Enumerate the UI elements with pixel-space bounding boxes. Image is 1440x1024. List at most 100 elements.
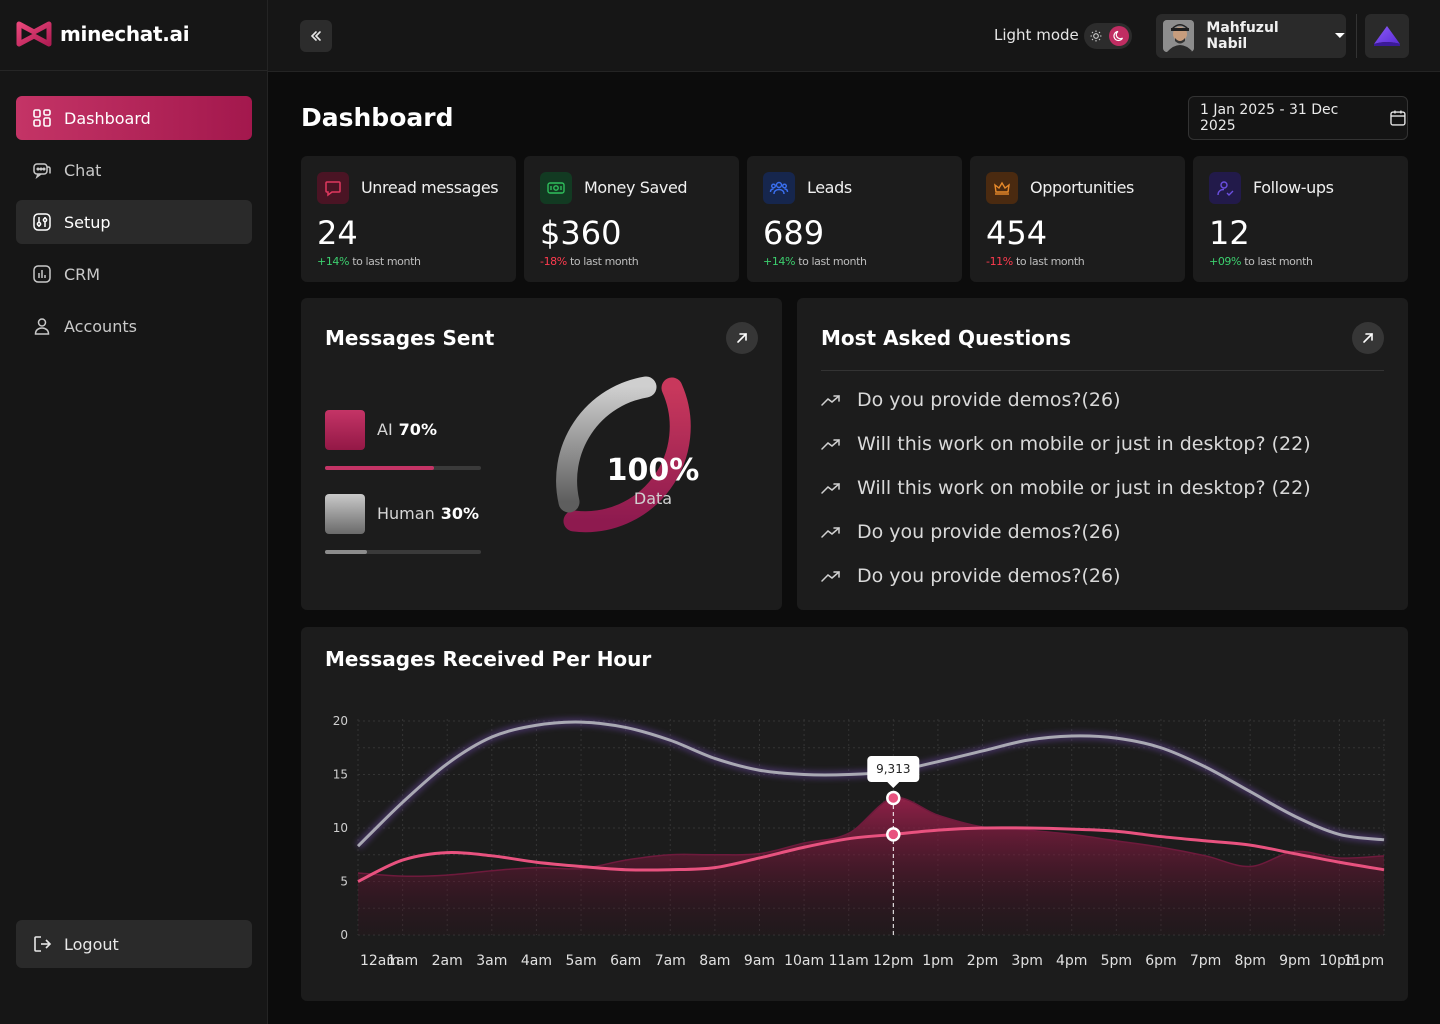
question-item[interactable]: Do you provide demos?(26) <box>821 565 1121 587</box>
date-range-picker[interactable]: 1 Jan 2025 - 31 Dec 2025 <box>1188 96 1408 140</box>
minechat-logo-icon <box>16 21 52 47</box>
x-tick-label: 1pm <box>922 953 953 969</box>
series-area <box>358 797 1384 935</box>
stat-label: Money Saved <box>584 178 688 197</box>
x-tick-label: 3am <box>476 953 507 969</box>
stat-card-opportunities[interactable]: Opportunities 454 -11% to last month <box>970 156 1185 282</box>
x-tick-label: 3pm <box>1011 953 1042 969</box>
x-tick-label: 4pm <box>1056 953 1087 969</box>
stat-change: +14% to last month <box>763 255 867 268</box>
stat-card-unread[interactable]: Unread messages 24 +14% to last month <box>301 156 516 282</box>
user-check-icon <box>1209 172 1241 204</box>
panel-title: Most Asked Questions <box>821 326 1072 350</box>
human-share-fill <box>325 550 368 554</box>
questions-divider <box>821 370 1384 371</box>
tooltip-value: 9,313 <box>876 762 910 776</box>
trending-up-icon <box>821 571 840 582</box>
sidebar-item-label: Chat <box>64 160 102 180</box>
stat-change-pct: +09% <box>1209 255 1242 268</box>
stat-change-suffix: to last month <box>1244 255 1313 268</box>
light-mode-label: Light mode <box>994 26 1079 44</box>
ai-share-fill <box>325 466 435 470</box>
open-messages-sent-button[interactable] <box>726 322 758 354</box>
chat-icon <box>32 160 52 180</box>
stat-value: 12 <box>1209 214 1250 252</box>
stat-change: -18% to last month <box>540 255 639 268</box>
user-menu[interactable]: Mahfuzul Nabil <box>1156 14 1346 58</box>
x-tick-label: 10am <box>784 953 824 969</box>
sidebar-item-setup[interactable]: Setup <box>16 200 252 244</box>
stat-change: +09% to last month <box>1209 255 1313 268</box>
stat-value: 454 <box>986 214 1048 252</box>
stat-change: -11% to last month <box>986 255 1085 268</box>
question-text: Do you provide demos?(26) <box>857 565 1121 587</box>
donut-center-label: Data <box>634 489 672 508</box>
x-tick-label: 8pm <box>1234 953 1265 969</box>
logout-button[interactable]: Logout <box>16 920 252 968</box>
question-item[interactable]: Do you provide demos?(26) <box>821 389 1121 411</box>
sidebar-item-label: CRM <box>64 264 101 284</box>
y-tick-label: 20 <box>333 714 348 728</box>
sidebar-nav: Dashboard Chat Setup CRM Accounts <box>16 96 252 356</box>
y-tick-label: 10 <box>333 821 348 835</box>
calendar-icon <box>1390 110 1406 126</box>
stat-label: Opportunities <box>1030 178 1134 197</box>
stat-change-suffix: to last month <box>569 255 639 268</box>
caret-down-icon <box>1335 33 1346 38</box>
tooltip-point-area[interactable] <box>886 790 901 806</box>
double-chevron-left-icon <box>310 31 321 41</box>
triangle-logo-icon <box>1374 26 1400 46</box>
grid-icon <box>32 108 52 128</box>
legend-label-ai: AI <box>377 420 393 439</box>
stat-value: 689 <box>763 214 825 252</box>
messages-sent-panel: Messages Sent AI 70% Human 30% 100% Data <box>301 298 782 610</box>
legend-swatch-human <box>325 494 365 534</box>
sidebar-item-chat[interactable]: Chat <box>16 148 252 192</box>
stat-change: +14% to last month <box>317 255 421 268</box>
sidebar-item-label: Setup <box>64 212 111 232</box>
topbar-separator <box>1356 14 1357 58</box>
x-tick-label: 7am <box>655 953 686 969</box>
question-item[interactable]: Will this work on mobile or just in desk… <box>821 477 1311 499</box>
donut-center-value: 100% <box>607 453 700 488</box>
sidebar-item-dashboard[interactable]: Dashboard <box>16 96 252 140</box>
question-item[interactable]: Do you provide demos?(26) <box>821 521 1121 543</box>
trending-up-icon <box>821 483 840 494</box>
brand-logo[interactable]: minechat.ai <box>16 18 190 50</box>
x-tick-label: 9am <box>744 953 775 969</box>
legend-ai: AI 70% <box>377 420 437 439</box>
stat-value: $360 <box>540 214 622 252</box>
open-questions-button[interactable] <box>1352 322 1384 354</box>
crown-icon <box>986 172 1018 204</box>
workspace-button[interactable] <box>1365 14 1409 58</box>
ai-share-bar <box>325 466 481 470</box>
brand-name: minechat.ai <box>60 22 190 46</box>
trending-up-icon <box>821 395 840 406</box>
sun-icon <box>1090 30 1102 42</box>
x-tick-label: 4am <box>521 953 552 969</box>
stat-label: Leads <box>807 178 852 197</box>
human-share-bar <box>325 550 481 554</box>
tooltip-point-line[interactable] <box>886 827 901 842</box>
sidebar-item-label: Accounts <box>64 316 137 336</box>
stat-card-follow-ups[interactable]: Follow-ups 12 +09% to last month <box>1193 156 1408 282</box>
page-title: Dashboard <box>301 103 454 132</box>
x-tick-label: 7pm <box>1190 953 1221 969</box>
question-item[interactable]: Will this work on mobile or just in desk… <box>821 433 1311 455</box>
sidebar-item-accounts[interactable]: Accounts <box>16 304 252 348</box>
messages-per-hour-panel: Messages Received Per Hour 20 15 10 5 0 12am 1… <box>301 627 1408 1001</box>
x-tick-label: 11am <box>829 953 869 969</box>
stat-card-leads[interactable]: Leads 689 +14% to last month <box>747 156 962 282</box>
theme-toggle[interactable] <box>1084 23 1132 49</box>
collapse-sidebar-button[interactable] <box>300 20 332 52</box>
stat-change-pct: +14% <box>317 255 350 268</box>
stat-change-suffix: to last month <box>1015 255 1085 268</box>
stat-label: Unread messages <box>361 178 499 197</box>
stat-card-money-saved[interactable]: Money Saved $360 -18% to last month <box>524 156 739 282</box>
avatar <box>1163 20 1195 52</box>
legend-label-human: Human <box>377 504 435 523</box>
sidebar-item-crm[interactable]: CRM <box>16 252 252 296</box>
x-tick-label: 8am <box>699 953 730 969</box>
date-range-value: 1 Jan 2025 - 31 Dec 2025 <box>1200 102 1339 134</box>
stat-value: 24 <box>317 214 358 252</box>
